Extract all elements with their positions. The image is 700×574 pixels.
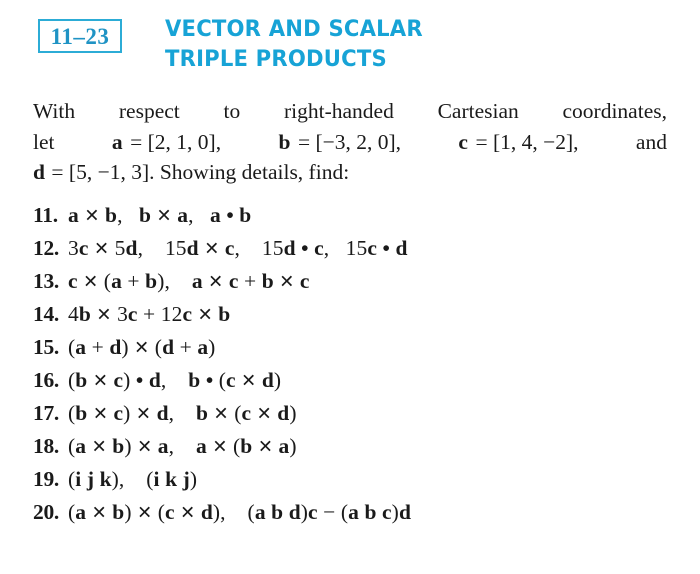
section-title: VECTOR AND SCALAR TRIPLE PRODUCTS (165, 14, 625, 74)
intro-line-3: d = [5, −1, 3]. Showing details, find: (33, 157, 667, 188)
section-title-line-1: VECTOR AND SCALAR (165, 16, 423, 42)
problem-number: 18. (33, 434, 59, 458)
vector-b: b = [−3, 2, 0], (278, 129, 402, 154)
textbook-problem-page: { "colors": { "title_cyan": "#17a3d6", "… (0, 0, 700, 574)
intro-word: and (635, 129, 667, 154)
problem-number: 16. (33, 368, 59, 392)
intro-line-2: let a = [2, 1, 0], b = [−3, 2, 0], c = [1, … (33, 127, 667, 158)
problem-number: 11. (33, 203, 58, 227)
intro-word: let (33, 129, 55, 154)
problem-row: 17. (b ✕ c) ✕ d, b ✕ (c ✕ d) (33, 401, 673, 434)
problem-number: 17. (33, 401, 59, 425)
problem-number: 19. (33, 467, 59, 491)
intro-word: right-handed (283, 99, 394, 123)
section-number-box: 11–23 (38, 19, 122, 53)
problem-row: 20. (a ✕ b) ✕ (c ✕ d), (a b d)c − (a b c… (33, 500, 673, 533)
vector-d: d (33, 160, 45, 184)
problem-number: 13. (33, 269, 59, 293)
intro-word: coordinates, (562, 99, 667, 123)
problem-row: 19. (i j k), (i k j) (33, 467, 673, 500)
problem-body: (b ✕ c) • d, b • (c ✕ d) (68, 368, 282, 392)
problem-body: (a ✕ b) ✕ (c ✕ d), (a b d)c − (a b c)d (68, 500, 411, 524)
intro-word: With (33, 99, 76, 123)
problem-row: 18. (a ✕ b) ✕ a, a ✕ (b ✕ a) (33, 434, 673, 467)
problem-number: 14. (33, 302, 59, 326)
problem-body: (a ✕ b) ✕ a, a ✕ (b ✕ a) (68, 434, 297, 458)
vector-a: a = [2, 1, 0], (111, 129, 222, 154)
problem-row: 16. (b ✕ c) • d, b • (c ✕ d) (33, 368, 673, 401)
problem-row: 15. (a + d) ✕ (d + a) (33, 335, 673, 368)
intro-line-1: With respect to right-handed Cartesian c… (33, 96, 667, 127)
problem-body: 3c ✕ 5d, 15d ✕ c, 15d • c, 15c • d (68, 236, 408, 260)
problem-body: (a + d) ✕ (d + a) (68, 335, 216, 359)
problem-number: 15. (33, 335, 59, 359)
problem-row: 13. c ✕ (a + b), a ✕ c + b ✕ c (33, 269, 673, 302)
intro-word: Cartesian (437, 99, 519, 123)
problem-body: (i j k), (i k j) (68, 467, 198, 491)
section-header: 11–23 VECTOR AND SCALAR TRIPLE PRODUCTS (0, 14, 700, 92)
problem-list: 11. a ✕ b, b ✕ a, a • b 12. 3c ✕ 5d, 15d… (33, 203, 673, 533)
problem-body: 4b ✕ 3c + 12c ✕ b (68, 302, 231, 326)
problem-body: (b ✕ c) ✕ d, b ✕ (c ✕ d) (68, 401, 297, 425)
problem-row: 14. 4b ✕ 3c + 12c ✕ b (33, 302, 673, 335)
intro-text: = [5, −1, 3]. Showing details, find: (51, 160, 350, 184)
intro-word: respect (118, 99, 180, 123)
problem-number: 20. (33, 500, 59, 524)
problem-number: 12. (33, 236, 59, 260)
intro-paragraph: With respect to right-handed Cartesian c… (33, 96, 667, 188)
intro-word: to (223, 99, 241, 123)
problem-body: a ✕ b, b ✕ a, a • b (68, 203, 252, 227)
problem-row: 11. a ✕ b, b ✕ a, a • b (33, 203, 673, 236)
vector-c: c = [1, 4, −2], (458, 129, 579, 154)
problem-row: 12. 3c ✕ 5d, 15d ✕ c, 15d • c, 15c • d (33, 236, 673, 269)
section-number: 11–23 (50, 23, 110, 49)
problem-body: c ✕ (a + b), a ✕ c + b ✕ c (68, 269, 310, 293)
section-title-line-2: TRIPLE PRODUCTS (165, 46, 387, 72)
